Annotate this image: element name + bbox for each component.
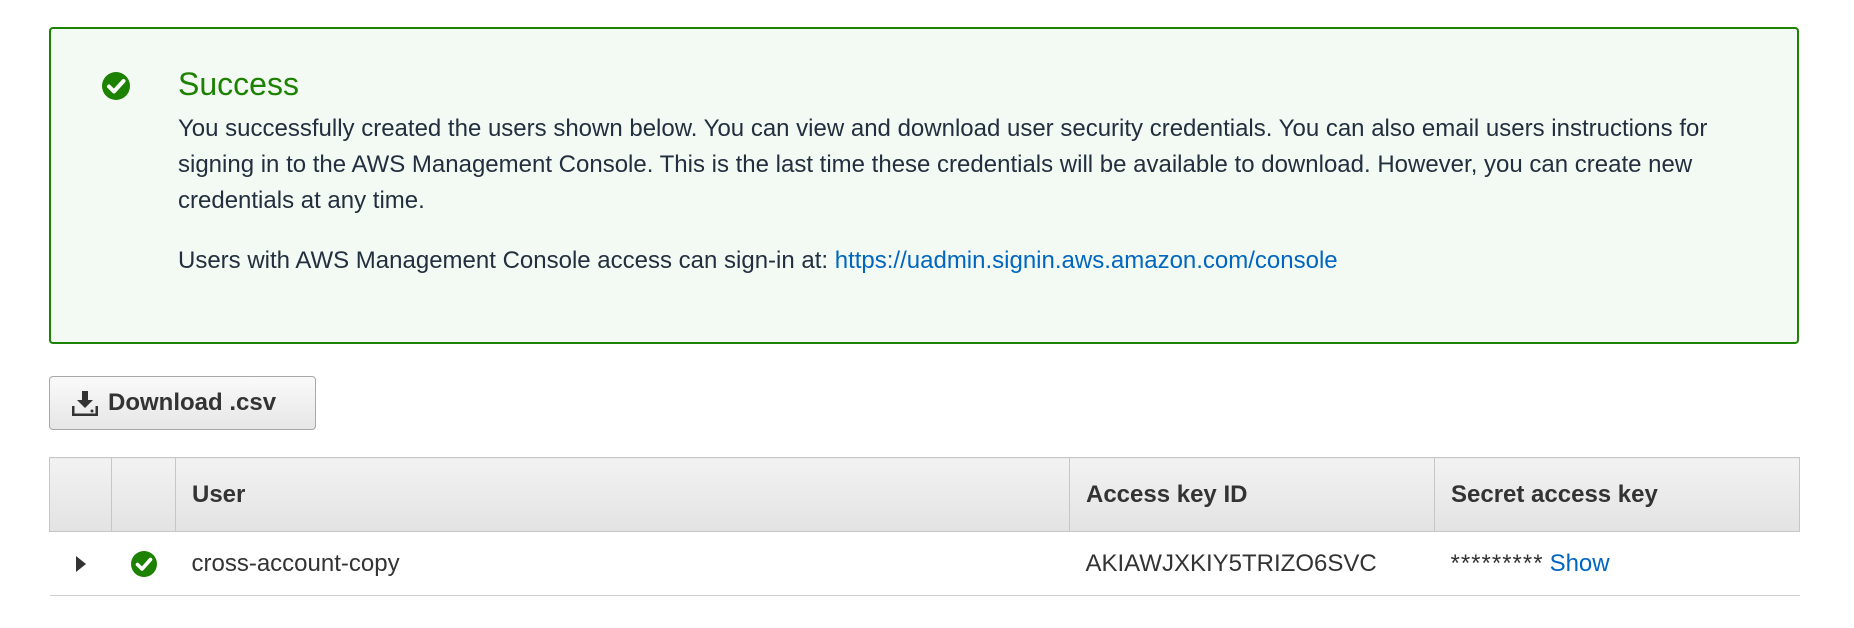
download-csv-label: Download .csv (108, 389, 277, 416)
table-row: cross-account-copy AKIAWJXKIY5TRIZO6SVC … (49, 531, 1800, 596)
signin-text: Users with AWS Management Console access… (178, 247, 835, 274)
alert-message: You successfully created the users shown… (178, 115, 1708, 214)
download-csv-button[interactable]: Download .csv (49, 376, 316, 430)
caret-right-icon[interactable] (75, 555, 87, 573)
secret-key-masked: ********* (1450, 549, 1544, 577)
status-column-header (111, 457, 176, 532)
check-circle-icon (130, 550, 157, 577)
check-circle-icon (102, 72, 130, 100)
access-key-column-header[interactable]: Access key ID (1069, 457, 1435, 532)
user-name-cell: cross-account-copy (175, 531, 1070, 596)
show-secret-link[interactable]: Show (1550, 550, 1610, 577)
expand-column-header (49, 457, 112, 532)
console-signin-link[interactable]: https://uadmin.signin.aws.amazon.com/con… (835, 247, 1338, 274)
access-key-id-cell: AKIAWJXKIY5TRIZO6SVC (1069, 531, 1435, 596)
secret-key-column-header[interactable]: Secret access key (1434, 457, 1800, 532)
signin-info: Users with AWS Management Console access… (178, 247, 1338, 275)
download-icon (72, 391, 98, 416)
table-header-row: User Access key ID Secret access key (49, 457, 1800, 532)
success-alert: Success You successfully created the use… (49, 27, 1799, 344)
secret-key-cell: ********* Show (1434, 531, 1800, 596)
expand-row-toggle[interactable] (49, 531, 112, 596)
users-table: User Access key ID Secret access key cro… (49, 457, 1800, 596)
status-cell (111, 531, 176, 596)
alert-title: Success (178, 66, 299, 102)
user-column-header[interactable]: User (175, 457, 1070, 532)
